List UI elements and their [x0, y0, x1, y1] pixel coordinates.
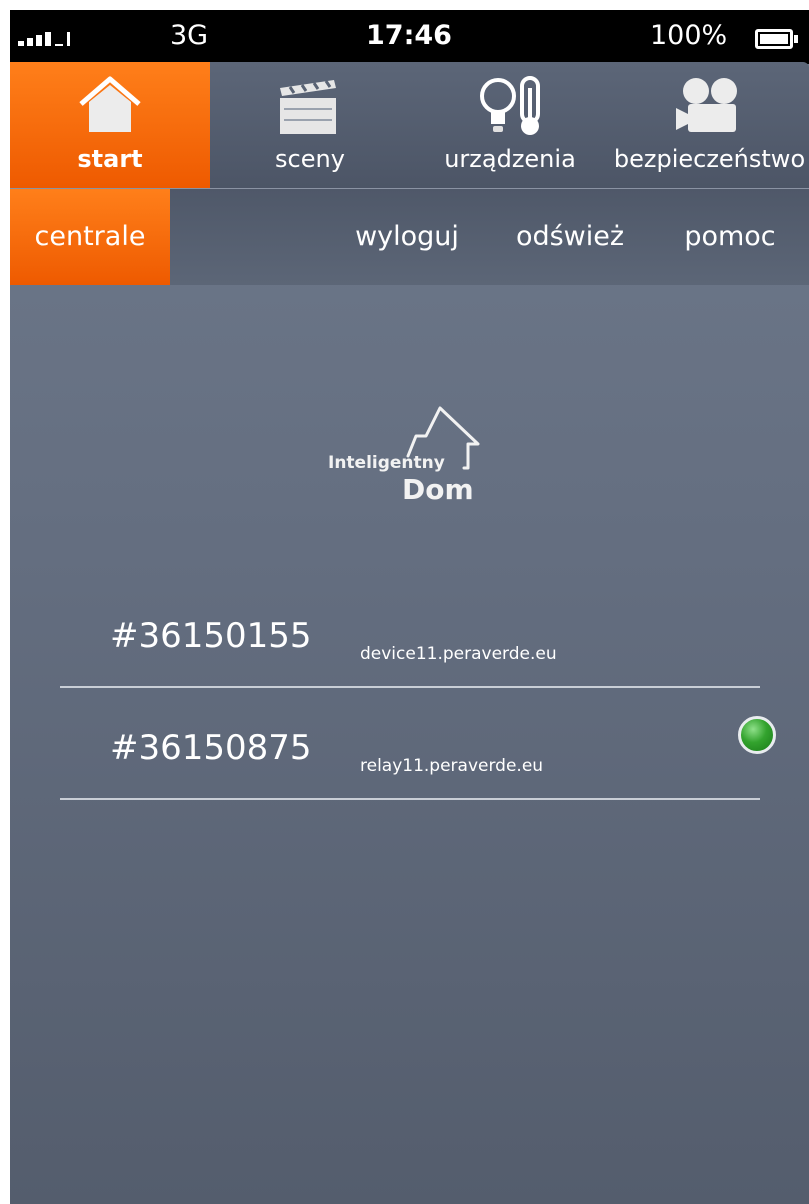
central-id: #36150875 [110, 728, 312, 768]
home-icon [79, 76, 141, 132]
subnav-pomoc[interactable]: pomoc [670, 189, 790, 285]
battery-percent: 100% [650, 20, 728, 51]
online-status-icon [738, 716, 776, 754]
app-screen: 3G 17:46 100% start sceny urządzenia bez… [10, 10, 809, 1204]
tab-label: sceny [275, 145, 345, 173]
main-tab-bar: start sceny urządzenia bezpieczeństwo [10, 62, 809, 188]
bulb-thermometer-icon [480, 76, 540, 135]
logo-text-line2: Dom [402, 473, 474, 506]
tab-start[interactable]: start [10, 62, 210, 188]
signal-bars-icon [18, 32, 88, 46]
app-logo: Inteligentny Dom [328, 406, 498, 516]
central-id: #36150155 [110, 616, 312, 656]
subnav-centrale[interactable]: centrale [10, 189, 170, 285]
subnav-odswiez[interactable]: odśwież [500, 189, 640, 285]
status-bar: 3G 17:46 100% [10, 10, 809, 64]
battery-full-icon [755, 29, 799, 49]
central-row[interactable]: #36150875 relay11.peraverde.eu [60, 728, 760, 800]
tab-label: bezpieczeństwo [613, 145, 806, 173]
tab-bezpieczenstwo[interactable]: bezpieczeństwo [610, 62, 809, 188]
central-host: device11.peraverde.eu [360, 644, 557, 664]
tab-sceny[interactable]: sceny [210, 62, 410, 188]
clapperboard-icon [280, 80, 336, 134]
sub-navigation: centrale wyloguj odśwież pomoc [10, 188, 809, 285]
clock: 17:46 [366, 20, 452, 51]
tab-urzadzenia[interactable]: urządzenia [410, 62, 610, 188]
subnav-wyloguj[interactable]: wyloguj [342, 189, 472, 285]
central-row[interactable]: #36150155 device11.peraverde.eu [60, 616, 760, 688]
carrier-label: 3G [170, 20, 209, 51]
video-camera-icon [676, 78, 737, 132]
logo-text-line1: Inteligentny [328, 453, 445, 473]
tab-label: start [77, 145, 143, 173]
tab-label: urządzenia [444, 145, 576, 173]
central-host: relay11.peraverde.eu [360, 756, 544, 776]
